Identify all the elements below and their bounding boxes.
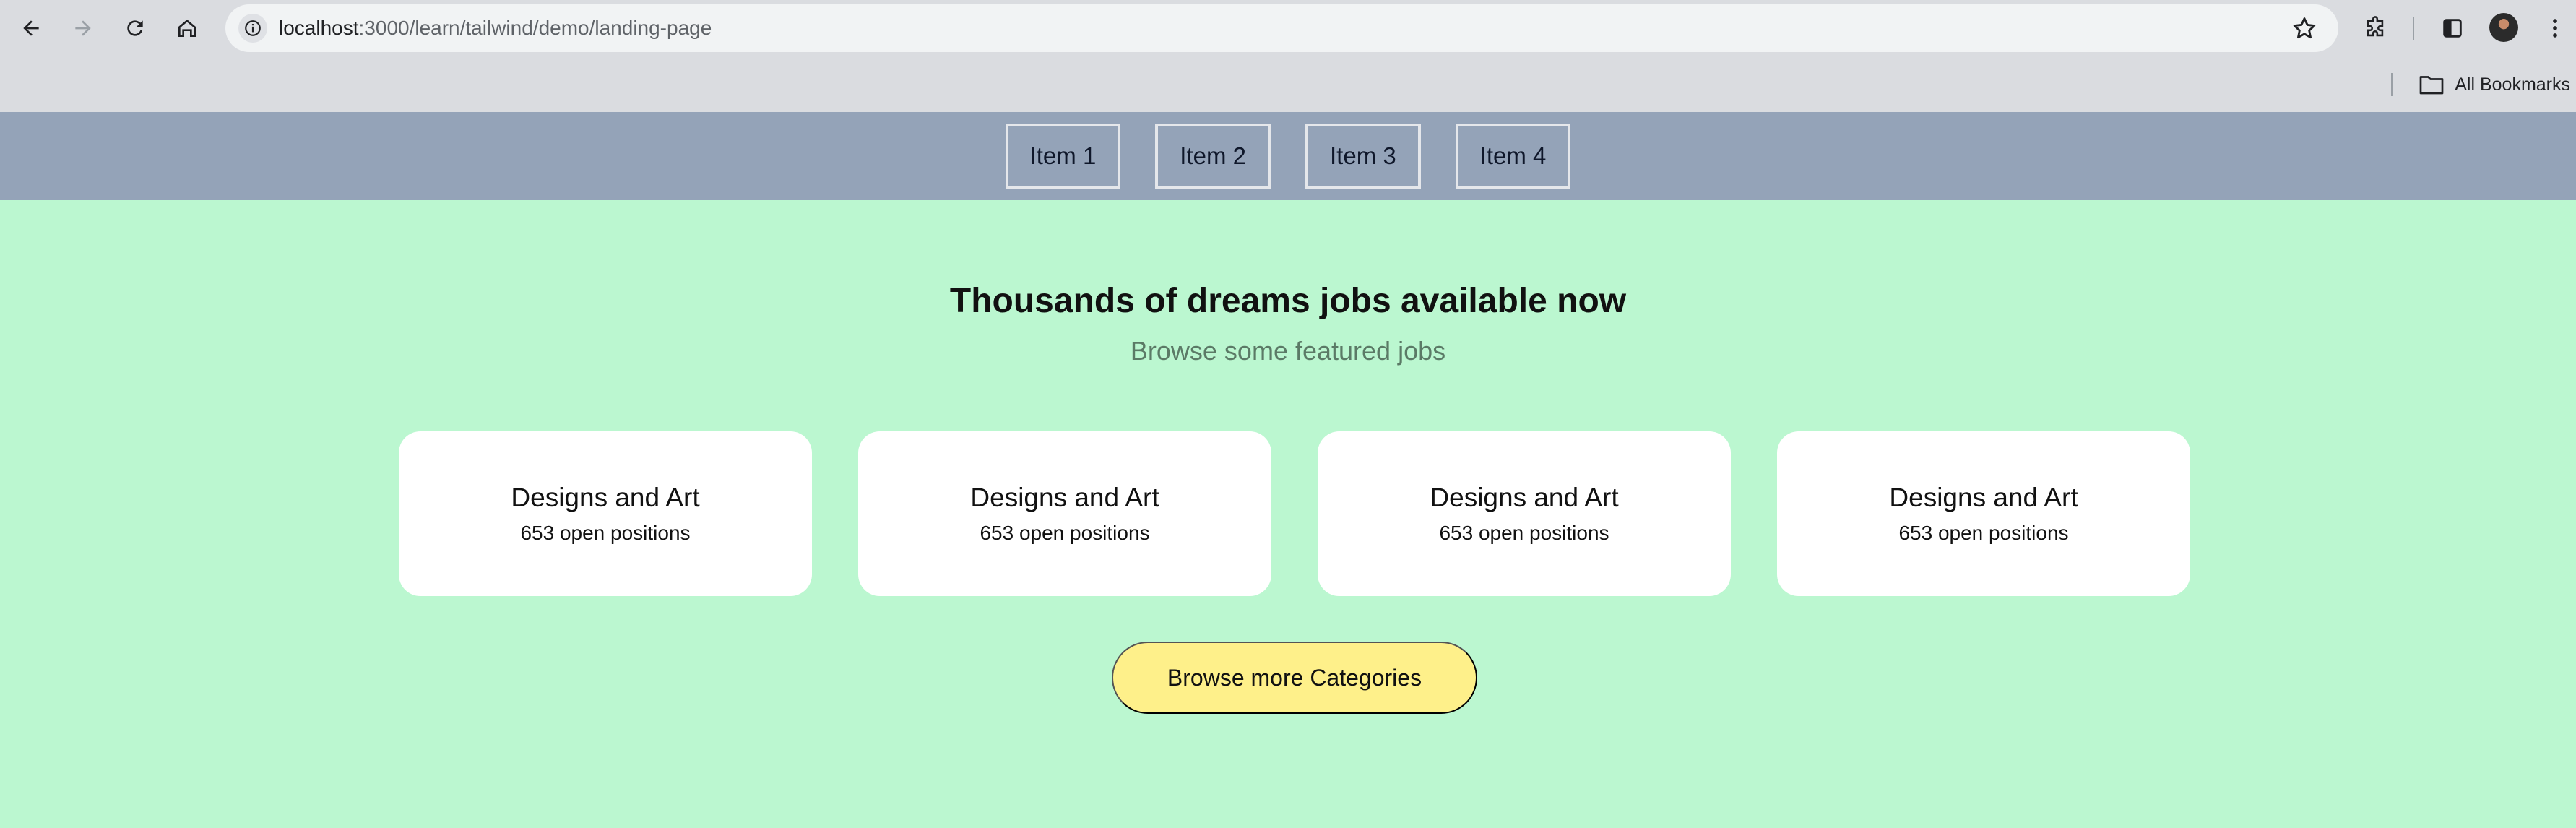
all-bookmarks-button[interactable]: All Bookmarks — [2419, 66, 2570, 103]
category-card[interactable]: Designs and Art 653 open positions — [1777, 431, 2190, 596]
category-card[interactable]: Designs and Art 653 open positions — [858, 431, 1271, 596]
category-count: 653 open positions — [980, 522, 1150, 544]
profile-avatar[interactable] — [2489, 13, 2518, 42]
hero-section: Thousands of dreams jobs available now B… — [0, 200, 2576, 828]
extensions-icon[interactable] — [2359, 12, 2392, 45]
url-path: :3000/learn/tailwind/demo/landing-page — [358, 17, 712, 39]
category-title: Designs and Art — [1889, 483, 2078, 512]
forward-icon[interactable] — [66, 12, 100, 45]
site-info-icon[interactable] — [238, 14, 267, 43]
top-nav: Item 1 Item 2 Item 3 Item 4 — [0, 112, 2576, 200]
url-text[interactable]: localhost:3000/learn/tailwind/demo/landi… — [279, 4, 712, 52]
bookmarks-bar: All Bookmarks — [0, 56, 2576, 112]
category-cards: Designs and Art 653 open positions Desig… — [399, 431, 2190, 596]
hero-title: Thousands of dreams jobs available now — [949, 282, 1627, 320]
category-title: Designs and Art — [511, 483, 700, 512]
category-title: Designs and Art — [970, 483, 1159, 512]
category-card[interactable]: Designs and Art 653 open positions — [1318, 431, 1731, 596]
hero-subtitle: Browse some featured jobs — [1130, 336, 1446, 366]
category-card[interactable]: Designs and Art 653 open positions — [399, 431, 812, 596]
nav-item-1[interactable]: Item 1 — [1005, 124, 1121, 189]
folder-icon — [2419, 76, 2444, 95]
category-title: Designs and Art — [1430, 483, 1619, 512]
bookmarks-separator — [2391, 73, 2393, 96]
nav-item-2[interactable]: Item 2 — [1155, 124, 1271, 189]
nav-item-4[interactable]: Item 4 — [1455, 124, 1571, 189]
bookmark-star-icon[interactable] — [2291, 14, 2318, 42]
address-bar[interactable]: localhost:3000/learn/tailwind/demo/landi… — [225, 4, 2338, 52]
side-panel-icon[interactable] — [2436, 12, 2469, 45]
browser-chrome: localhost:3000/learn/tailwind/demo/landi… — [0, 0, 2576, 112]
reload-icon[interactable] — [118, 12, 152, 45]
home-icon[interactable] — [170, 12, 204, 45]
category-count: 653 open positions — [1439, 522, 1609, 544]
url-host: localhost — [279, 17, 359, 39]
browse-more-categories-button[interactable]: Browse more Categories — [1112, 642, 1477, 714]
toolbar-separator — [2413, 17, 2414, 40]
back-icon[interactable] — [14, 12, 48, 45]
all-bookmarks-label: All Bookmarks — [2455, 74, 2570, 95]
category-count: 653 open positions — [520, 522, 691, 544]
more-menu-icon[interactable] — [2538, 12, 2572, 45]
category-count: 653 open positions — [1898, 522, 2069, 544]
browser-toolbar: localhost:3000/learn/tailwind/demo/landi… — [0, 0, 2576, 56]
nav-item-3[interactable]: Item 3 — [1305, 124, 1421, 189]
